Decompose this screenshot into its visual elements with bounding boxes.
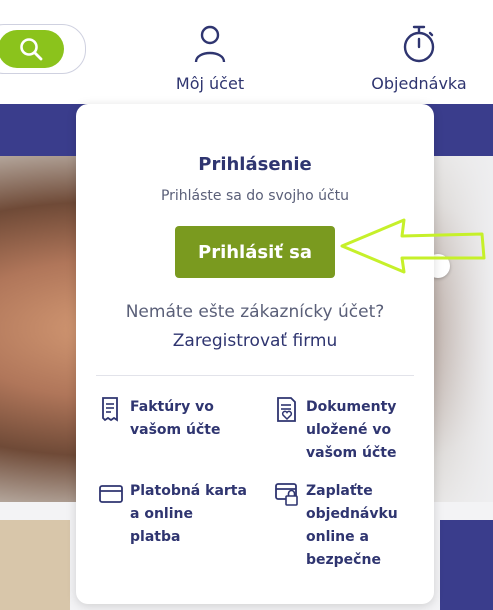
divider bbox=[96, 375, 414, 376]
stopwatch-icon bbox=[403, 25, 435, 63]
login-dropdown-panel: Prihlásenie Prihláste sa do svojho účtu … bbox=[76, 104, 434, 604]
no-account-text: Nemáte ešte zákaznícky účet? bbox=[125, 302, 385, 322]
feature-invoices: Faktúry vo vašom účte bbox=[98, 396, 238, 442]
order-link[interactable]: Objednávka bbox=[364, 24, 474, 93]
my-account-label: Môj účet bbox=[175, 74, 245, 93]
panel-title: Prihlásenie bbox=[198, 154, 312, 175]
search-box[interactable] bbox=[0, 24, 86, 74]
login-button[interactable]: Prihlásiť sa bbox=[175, 226, 335, 278]
feature-label: Dokumenty uložené vo vašom účte bbox=[306, 399, 397, 461]
feature-card-payment: Platobná karta a online platba bbox=[98, 480, 248, 549]
search-icon bbox=[20, 38, 43, 61]
register-company-link[interactable]: Zaregistrovať firmu bbox=[76, 331, 434, 351]
feature-label: Zaplaťte objednávku online a bezpečne bbox=[306, 483, 398, 568]
product-image-right bbox=[440, 520, 493, 610]
invoice-icon bbox=[102, 397, 118, 422]
order-label: Objednávka bbox=[371, 74, 467, 93]
user-icon bbox=[194, 25, 226, 63]
feature-documents: Dokumenty uložené vo vašom účte bbox=[274, 396, 404, 465]
panel-subtitle: Prihláste sa do svojho účtu bbox=[160, 188, 350, 204]
top-header: Môj účet Objednávka bbox=[0, 0, 493, 104]
product-image bbox=[0, 520, 70, 610]
document-heart-icon bbox=[277, 397, 296, 422]
feature-label: Platobná karta a online platba bbox=[130, 483, 247, 545]
feature-label: Faktúry vo vašom účte bbox=[130, 399, 221, 438]
credit-card-icon bbox=[99, 485, 123, 503]
search-button[interactable] bbox=[0, 30, 64, 68]
secure-payment-icon bbox=[275, 483, 298, 506]
feature-secure-payment: Zaplaťte objednávku online a bezpečne bbox=[274, 480, 404, 572]
highlight-arrow-icon bbox=[340, 218, 486, 274]
my-account-link[interactable]: Môj účet bbox=[160, 24, 260, 93]
